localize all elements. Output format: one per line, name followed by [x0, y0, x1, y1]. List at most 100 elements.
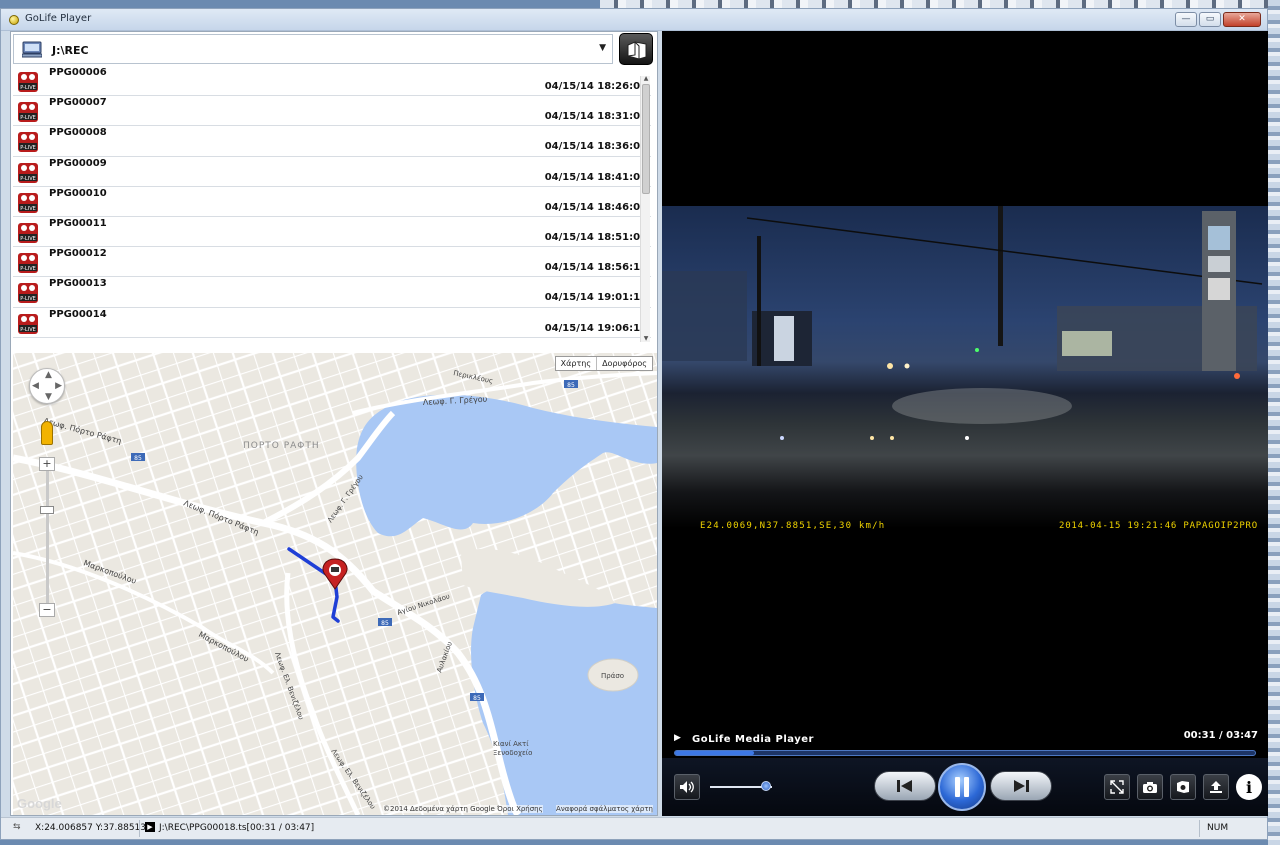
app-icon [9, 15, 19, 25]
seek-bar[interactable] [674, 750, 1256, 756]
file-list-item[interactable]: P-LIVE PPG00008 04/15/14 18:36:06 [13, 126, 651, 157]
file-list-item[interactable]: P-LIVE PPG00006 04/15/14 18:26:04 [13, 66, 651, 97]
play-indicator-icon: ▶ [674, 733, 681, 743]
player-controls: i [662, 758, 1268, 816]
file-name: PPG00006 [49, 67, 107, 78]
video-scene [662, 206, 1263, 440]
video-file-icon: P-LIVE [18, 132, 38, 153]
route-badge: 85 [564, 380, 578, 389]
map-terms-link[interactable]: Όροι Χρήσης [497, 805, 543, 813]
desktop-background-top [600, 0, 1280, 8]
snapshot-button[interactable] [1137, 774, 1163, 800]
player-name: GoLife Media Player [692, 734, 814, 745]
chevron-down-icon[interactable]: ▼ [599, 43, 606, 53]
route-badge: 85 [378, 618, 392, 627]
pan-control[interactable]: ▲ ▼ ◀ ▶ [29, 368, 65, 404]
open-folder-button[interactable] [619, 33, 653, 65]
file-name: PPG00013 [49, 278, 107, 290]
file-name: PPG00007 [49, 97, 107, 109]
drive-icon [22, 41, 42, 58]
fullscreen-icon [1110, 780, 1124, 794]
previous-button[interactable] [874, 771, 936, 801]
map-label-island: Πράσο [601, 672, 624, 680]
satellite-type-button[interactable]: Δορυφόρος [596, 357, 652, 370]
video-file-icon: P-LIVE [18, 222, 38, 243]
video-gps-overlay: E24.0069,N37.8851,SE,30 km/h [700, 521, 886, 531]
player-info-bar: ▶ GoLife Media Player 00:31 / 03:47 [662, 726, 1268, 752]
app-window: GoLife Player — ▭ ✕ J:\REC ▼ P-LIVE PPG00… [0, 8, 1268, 840]
file-list-item[interactable]: P-LIVE PPG00009 04/15/14 18:41:08 [13, 157, 651, 187]
path-dropdown[interactable]: J:\REC ▼ [13, 34, 613, 64]
pause-button[interactable] [938, 763, 986, 811]
route-badge: 85 [131, 453, 145, 462]
close-button[interactable]: ✕ [1223, 12, 1261, 27]
speaker-icon [680, 781, 694, 793]
map-canvas[interactable]: 85 85 85 85 ΠΟΡΤΟ ΡΑΦΤΗ Λεωφ. Πόρτο Ράφτ… [13, 353, 657, 815]
file-list-item[interactable]: P-LIVE PPG00011 04/15/14 18:51:08 [13, 217, 651, 248]
save-clip-icon [1177, 781, 1189, 793]
title-bar[interactable]: GoLife Player — ▭ ✕ [1, 9, 1267, 31]
skip-back-icon [897, 780, 912, 792]
pan-up-icon[interactable]: ▲ [45, 370, 52, 380]
video-file-icon: P-LIVE [18, 102, 38, 123]
map-report-link[interactable]: Αναφορά σφάλματος χάρτη [556, 805, 653, 813]
pan-down-icon[interactable]: ▼ [45, 392, 52, 402]
player-time: 00:31 / 03:47 [1183, 730, 1258, 741]
map-type-button[interactable]: Χάρτης [556, 357, 596, 370]
pan-right-icon[interactable]: ▶ [55, 381, 62, 391]
video-frame[interactable]: E24.0069,N37.8851,SE,30 km/h 2014-04-15 … [662, 206, 1268, 726]
svg-text:85: 85 [134, 455, 142, 462]
file-timestamp: 04/15/14 18:31:06 [544, 111, 647, 123]
scroll-up-icon[interactable]: ▲ [642, 76, 650, 82]
file-list-item[interactable]: P-LIVE PPG00012 04/15/14 18:56:10 [13, 247, 651, 278]
map-attribution: ©2014 Δεδομένα χάρτη Google Όροι Χρήσης [383, 805, 543, 813]
video-file-icon: P-LIVE [18, 192, 38, 213]
transport-controls [874, 763, 1054, 811]
fullscreen-button[interactable] [1104, 774, 1130, 800]
street-view-pegman-icon[interactable] [41, 421, 53, 445]
upload-icon [1210, 781, 1222, 793]
file-list-item[interactable]: P-LIVE PPG00010 04/15/14 18:46:08 [13, 187, 651, 217]
pause-icon [955, 777, 969, 797]
video-file-icon: P-LIVE [18, 72, 38, 92]
zoom-slider-handle[interactable] [40, 506, 54, 514]
volume-button[interactable] [674, 774, 700, 800]
google-logo: Google [17, 796, 62, 811]
map-view[interactable]: 85 85 85 85 ΠΟΡΤΟ ΡΑΦΤΗ Λεωφ. Πόρτο Ράφτ… [13, 353, 657, 815]
info-button[interactable]: i [1236, 774, 1262, 800]
map-label-xenodoxeio: Ξενοδοχείο [493, 749, 532, 757]
map-label-kiani-akti: Κιανί Ακτί [493, 740, 529, 748]
file-timestamp: 04/15/14 18:56:10 [544, 262, 647, 274]
upload-button[interactable] [1203, 774, 1229, 800]
file-timestamp: 04/15/14 18:26:04 [544, 81, 647, 92]
minimize-button[interactable]: — [1175, 12, 1197, 27]
file-name: PPG00011 [49, 217, 107, 229]
scroll-down-icon[interactable]: ▼ [642, 336, 650, 342]
file-name: PPG00012 [49, 248, 107, 260]
svg-text:85: 85 [381, 620, 389, 627]
status-coordinates: X:24.006857 Y:37.885139 [35, 823, 152, 833]
map-label-porto-rafti: ΠΟΡΤΟ ΡΑΦΤΗ [243, 441, 320, 451]
file-list-item[interactable]: P-LIVE PPG00014 04/15/14 19:06:12 [13, 308, 651, 338]
svg-text:P-LIVE: P-LIVE [20, 115, 36, 121]
zoom-track[interactable] [46, 465, 49, 610]
scroll-thumb[interactable] [642, 84, 650, 194]
file-list-item[interactable]: P-LIVE PPG00007 04/15/14 18:31:06 [13, 96, 651, 127]
map-attribution-text: ©2014 Δεδομένα χάρτη Google [383, 805, 495, 813]
next-button[interactable] [990, 771, 1052, 801]
file-list-item[interactable]: P-LIVE PPG00013 04/15/14 19:01:10 [13, 277, 651, 308]
file-timestamp: 04/15/14 18:36:06 [544, 141, 647, 153]
file-name: PPG00008 [49, 127, 107, 139]
status-bar: ⇆ X:24.006857 Y:37.885139 ▶ J:\REC\PPG00… [1, 817, 1267, 839]
svg-text:P-LIVE: P-LIVE [20, 176, 36, 182]
desktop-background-right [1268, 0, 1280, 845]
volume-knob[interactable] [760, 781, 771, 791]
zoom-in-button[interactable]: + [39, 457, 55, 471]
file-list-scrollbar[interactable]: ▲ ▼ [640, 76, 650, 342]
svg-text:P-LIVE: P-LIVE [20, 266, 36, 272]
maximize-button[interactable]: ▭ [1199, 12, 1221, 27]
save-clip-button[interactable] [1170, 774, 1196, 800]
pan-left-icon[interactable]: ◀ [32, 381, 39, 391]
folder-icon [627, 41, 647, 60]
zoom-out-button[interactable]: − [39, 603, 55, 617]
